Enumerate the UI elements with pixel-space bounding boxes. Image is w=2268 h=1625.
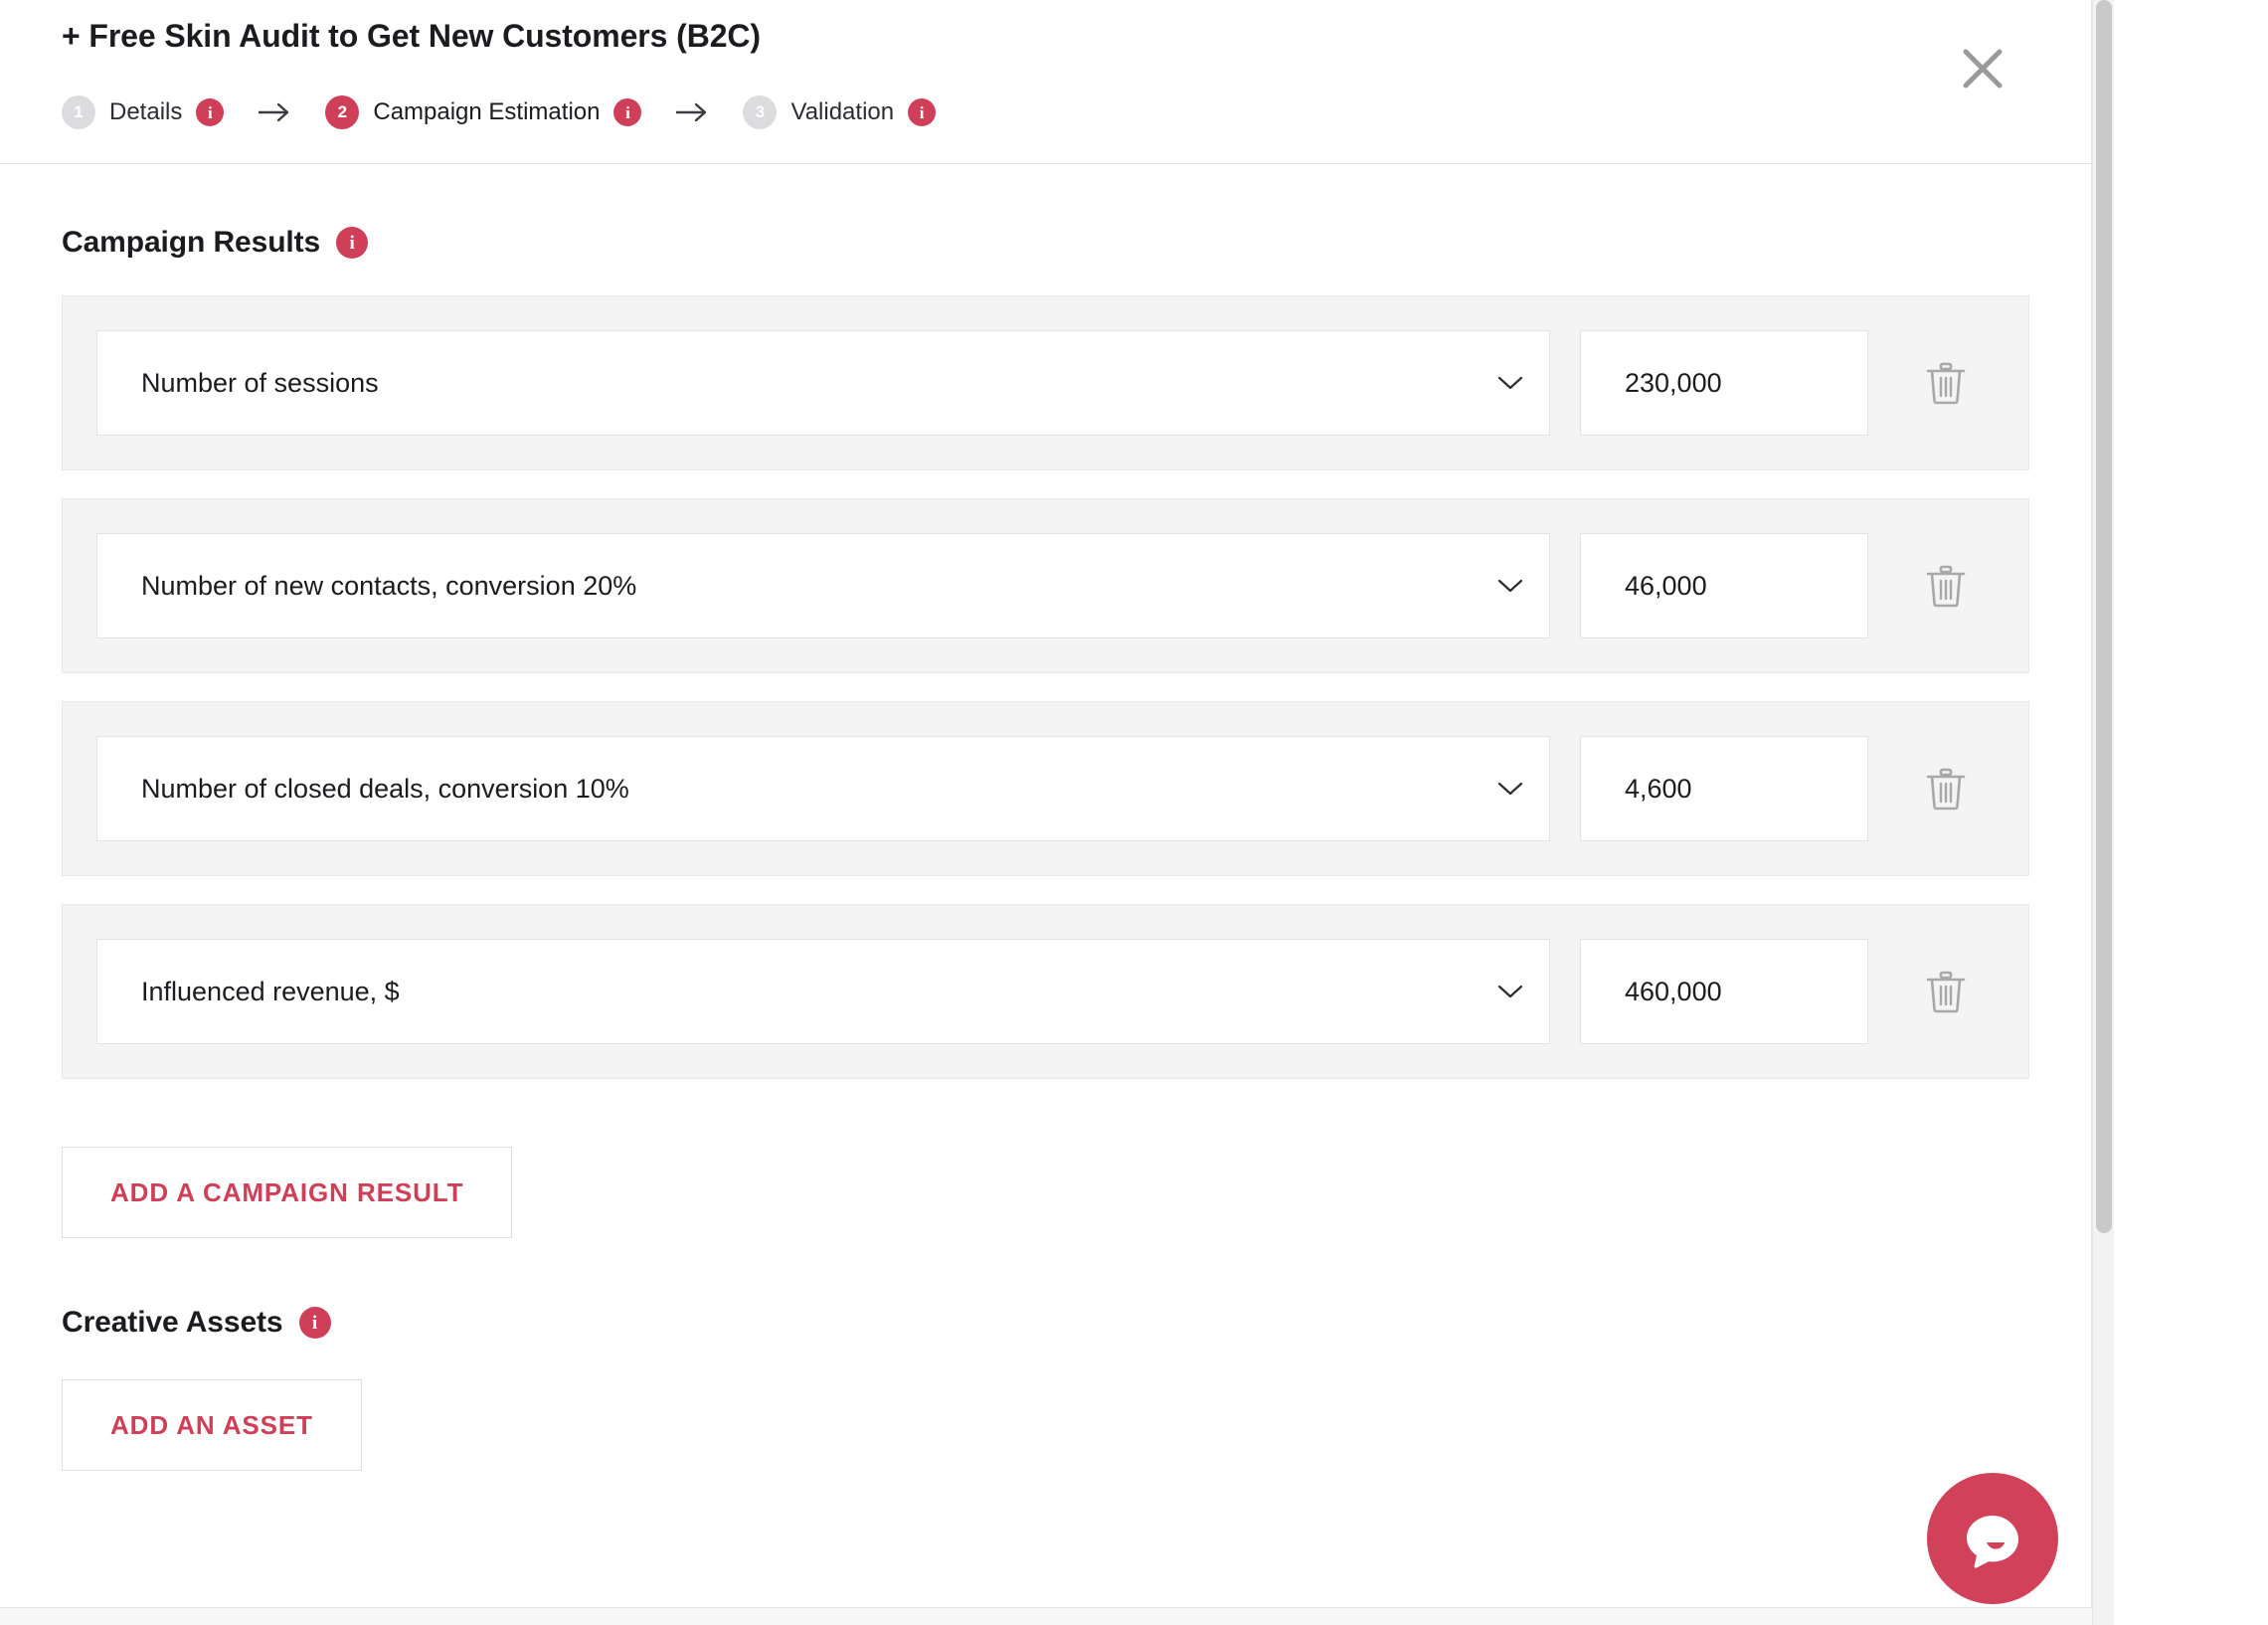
breadcrumb: 1 Details i 2 Campaign Estimation i 3 Va… xyxy=(62,95,937,129)
metric-value-input[interactable]: 46,000 xyxy=(1580,533,1868,638)
section-title: Campaign Results xyxy=(62,226,321,259)
table-row: Number of closed deals, conversion 10% 4… xyxy=(62,701,2029,876)
metric-select[interactable]: Number of sessions xyxy=(96,330,1550,436)
step-number-badge: 1 xyxy=(62,95,95,129)
app-root: + Free Skin Audit to Get New Customers (… xyxy=(0,0,2268,1625)
metric-value: 46,000 xyxy=(1625,570,1707,601)
metric-select-value: Influenced revenue, $ xyxy=(141,976,400,1006)
modal-body: Campaign Results i Number of sessions 23… xyxy=(0,226,2091,1471)
delete-row-icon[interactable] xyxy=(1918,964,1974,1019)
table-row: Influenced revenue, $ 460,000 xyxy=(62,904,2029,1079)
metric-select[interactable]: Number of new contacts, conversion 20% xyxy=(96,533,1550,638)
campaign-modal: + Free Skin Audit to Get New Customers (… xyxy=(0,0,2092,1608)
chevron-down-icon xyxy=(1497,781,1523,797)
info-icon[interactable]: i xyxy=(336,227,369,259)
scrollbar-thumb[interactable] xyxy=(2096,0,2112,1233)
info-icon[interactable]: i xyxy=(908,98,937,126)
step-label: Campaign Estimation xyxy=(373,98,601,125)
step-number-badge: 2 xyxy=(325,95,360,129)
creative-assets-header: Creative Assets i xyxy=(62,1306,2029,1340)
metric-value: 230,000 xyxy=(1625,367,1722,398)
metric-select-value: Number of sessions xyxy=(141,367,379,398)
step-label: Details xyxy=(109,98,183,125)
chevron-down-icon xyxy=(1497,984,1523,999)
chevron-down-icon xyxy=(1497,375,1523,391)
metric-value-input[interactable]: 230,000 xyxy=(1580,330,1868,436)
campaign-results-list: Number of sessions 230,000 Number of new… xyxy=(62,295,2029,1079)
chevron-down-icon xyxy=(1497,578,1523,594)
metric-select-value: Number of closed deals, conversion 10% xyxy=(141,773,629,804)
scrollbar[interactable] xyxy=(2092,0,2114,1625)
arrow-right-icon xyxy=(258,101,291,123)
page-title: + Free Skin Audit to Get New Customers (… xyxy=(62,18,761,54)
arrow-right-icon xyxy=(675,101,709,123)
step-label: Validation xyxy=(790,98,895,125)
delete-row-icon[interactable] xyxy=(1918,761,1974,816)
metric-value-input[interactable]: 460,000 xyxy=(1580,939,1868,1044)
close-icon[interactable] xyxy=(1950,36,2015,101)
section-title: Creative Assets xyxy=(62,1306,283,1339)
info-icon[interactable]: i xyxy=(196,98,225,126)
add-asset-button[interactable]: ADD AN ASSET xyxy=(62,1379,362,1471)
metric-select[interactable]: Influenced revenue, $ xyxy=(96,939,1550,1044)
metric-select-value: Number of new contacts, conversion 20% xyxy=(141,570,637,601)
delete-row-icon[interactable] xyxy=(1918,558,1974,614)
modal-header: + Free Skin Audit to Get New Customers (… xyxy=(0,0,2091,164)
step-validation[interactable]: 3 Validation i xyxy=(743,95,937,129)
info-icon[interactable]: i xyxy=(613,98,642,126)
info-icon[interactable]: i xyxy=(298,1307,331,1339)
step-details[interactable]: 1 Details i xyxy=(62,95,225,129)
table-row: Number of sessions 230,000 xyxy=(62,295,2029,470)
delete-row-icon[interactable] xyxy=(1918,355,1974,411)
table-row: Number of new contacts, conversion 20% 4… xyxy=(62,498,2029,673)
metric-value: 460,000 xyxy=(1625,976,1722,1006)
campaign-results-header: Campaign Results i xyxy=(62,226,2029,260)
chat-bubble-icon[interactable] xyxy=(1927,1473,2058,1604)
metric-select[interactable]: Number of closed deals, conversion 10% xyxy=(96,736,1550,841)
step-number-badge: 3 xyxy=(743,95,778,129)
step-campaign-estimation[interactable]: 2 Campaign Estimation i xyxy=(325,95,642,129)
add-campaign-result-button[interactable]: ADD A CAMPAIGN RESULT xyxy=(62,1147,513,1238)
metric-value-input[interactable]: 4,600 xyxy=(1580,736,1868,841)
metric-value: 4,600 xyxy=(1625,773,1692,804)
page-gutter xyxy=(2114,0,2268,1625)
